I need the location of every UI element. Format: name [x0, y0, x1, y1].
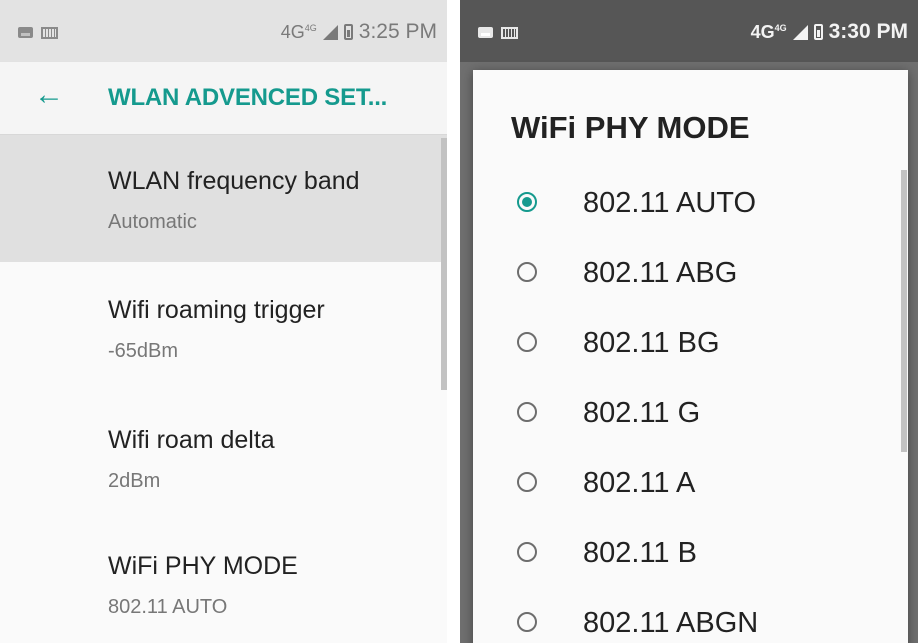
radio-unchecked-icon[interactable] [517, 542, 537, 562]
pref-title: WLAN frequency band [108, 167, 360, 195]
page-title: WLAN ADVENCED SET... [108, 84, 388, 111]
option-802-11-bg[interactable]: 802.11 BG [473, 310, 908, 380]
option-802-11-g[interactable]: 802.11 G [473, 380, 908, 450]
signal-icon [792, 24, 808, 40]
pref-title: Wifi roaming trigger [108, 296, 325, 324]
sim-card-icon [41, 27, 58, 39]
dialog-title: WiFi PHY MODE [511, 110, 750, 145]
image-notification-icon [18, 27, 33, 38]
pref-title: WiFi PHY MODE [108, 552, 298, 580]
pref-summary: 2dBm [108, 470, 161, 492]
divider [447, 0, 460, 643]
sim-card-icon [501, 27, 518, 39]
option-802-11-a[interactable]: 802.11 A [473, 450, 908, 520]
pref-summary: Automatic [108, 211, 197, 233]
settings-screen: 4G4G 3:25 PM ← WLAN ADVENCED SET... WLAN… [0, 0, 447, 643]
option-label: 802.11 G [583, 397, 701, 429]
pref-wifi-phy-mode[interactable]: WiFi PHY MODE 802.11 AUTO [0, 520, 447, 643]
scrollbar[interactable] [901, 170, 907, 452]
option-label: 802.11 B [583, 537, 697, 569]
option-label: 802.11 AUTO [583, 187, 757, 219]
signal-icon [322, 24, 338, 40]
battery-icon [813, 24, 823, 40]
option-label: 802.11 ABGN [583, 607, 759, 639]
pref-wifi-roam-delta[interactable]: Wifi roam delta 2dBm [0, 394, 447, 521]
pref-title: Wifi roam delta [108, 426, 275, 454]
pref-wifi-roaming-trigger[interactable]: Wifi roaming trigger -65dBm [0, 264, 447, 391]
pref-summary: 802.11 AUTO [108, 596, 228, 618]
option-802-11-b[interactable]: 802.11 B [473, 520, 908, 590]
clock: 3:30 PM [828, 20, 908, 43]
option-802-11-auto[interactable]: 802.11 AUTO [473, 170, 908, 240]
status-bar: 4G4G 3:25 PM [0, 0, 447, 62]
option-802-11-abg[interactable]: 802.11 ABG [473, 240, 908, 310]
app-bar: ← WLAN ADVENCED SET... [0, 62, 447, 135]
clock: 3:25 PM [358, 20, 437, 43]
option-label: 802.11 A [583, 467, 696, 499]
radio-unchecked-icon[interactable] [517, 332, 537, 352]
pref-summary: -65dBm [108, 340, 179, 362]
radio-unchecked-icon[interactable] [517, 402, 537, 422]
option-label: 802.11 ABG [583, 257, 738, 289]
battery-icon [343, 24, 353, 40]
phy-mode-dialog: WiFi PHY MODE 802.11 AUTO 802.11 ABG 802… [473, 70, 908, 643]
dialog-screen: 4G4G 3:30 PM WiFi PHY MODE 802.11 AUTO 8… [460, 0, 918, 643]
radio-unchecked-icon[interactable] [517, 472, 537, 492]
network-type: 4G4G [280, 21, 317, 42]
network-type: 4G4G [750, 21, 787, 42]
option-label: 802.11 BG [583, 327, 720, 359]
radio-unchecked-icon[interactable] [517, 262, 537, 282]
radio-unchecked-icon[interactable] [517, 612, 537, 632]
radio-checked-icon[interactable] [517, 192, 537, 212]
image-notification-icon [478, 27, 493, 38]
back-arrow-icon[interactable]: ← [34, 78, 64, 112]
status-bar: 4G4G 3:30 PM [460, 0, 918, 62]
pref-wlan-frequency-band[interactable]: WLAN frequency band Automatic [0, 135, 447, 262]
option-802-11-abgn[interactable]: 802.11 ABGN [473, 590, 908, 643]
